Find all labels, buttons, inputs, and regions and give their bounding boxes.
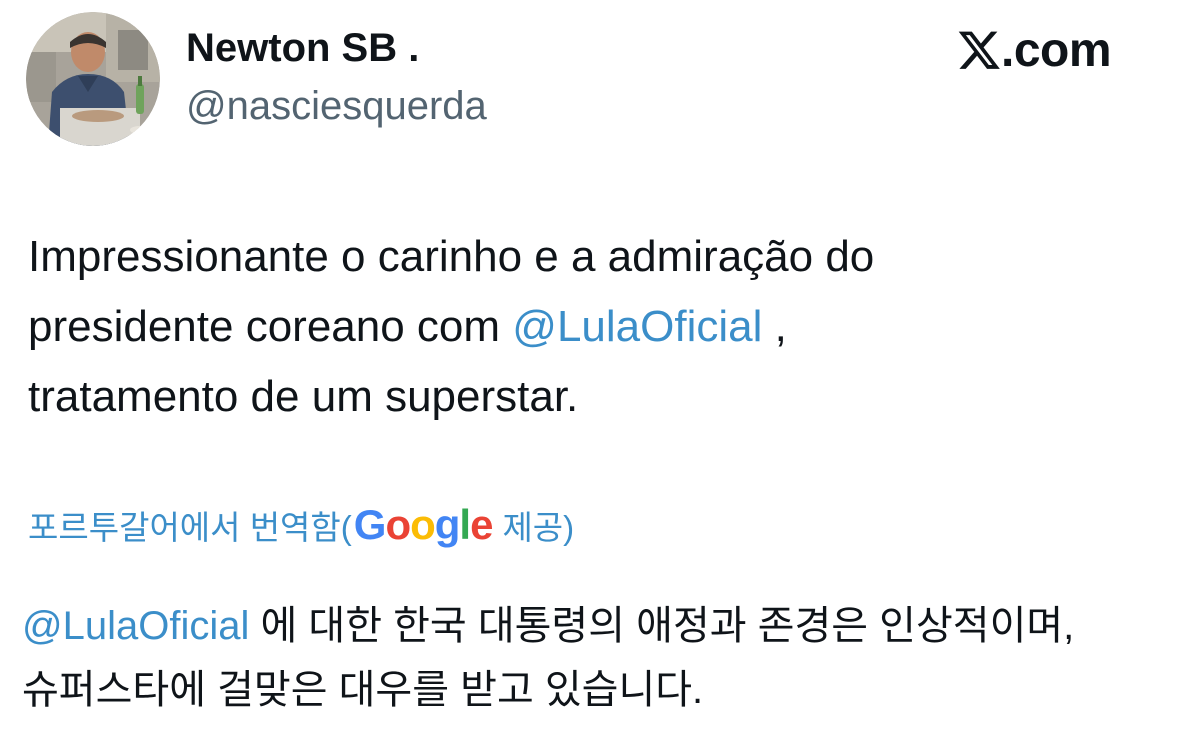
tweet-text-segment: presidente coreano com (28, 302, 513, 351)
mention-link[interactable]: @LulaOficial (22, 604, 249, 648)
translation-suffix: 제공) (502, 509, 575, 546)
google-letter: o (385, 501, 411, 548)
google-letter: g (434, 501, 461, 548)
translation-label: 포르투갈어에서 번역함( (28, 509, 352, 546)
tweet-line: presidente coreano com @LulaOficial , (28, 292, 1148, 362)
tweet-body: Impressionante o carinho e a admiração d… (28, 222, 1148, 432)
translation-attribution[interactable]: 포르투갈어에서 번역함( Google 제공) (28, 500, 574, 550)
translated-line: 슈퍼스타에 걸맞은 대우를 받고 있습니다. (22, 668, 704, 712)
author-avatar[interactable] (26, 12, 160, 146)
tweet-line: Impressionante o carinho e a admiração d… (28, 232, 875, 281)
profile-photo (26, 12, 160, 146)
author-handle[interactable]: @nasciesquerda (186, 84, 487, 129)
google-letter: l (459, 501, 471, 548)
mention-link[interactable]: @LulaOficial (512, 302, 762, 351)
x-brand: .com (958, 22, 1112, 78)
translated-line: @LulaOficial 에 대한 한국 대통령의 애정과 존경은 인상적이며, (22, 594, 1162, 658)
tweet-text-segment: , (762, 302, 787, 351)
translated-text: @LulaOficial 에 대한 한국 대통령의 애정과 존경은 인상적이며,… (22, 594, 1162, 722)
google-letter: o (410, 501, 436, 548)
translated-text-segment: 에 대한 한국 대통령의 애정과 존경은 인상적이며, (249, 604, 1075, 648)
google-logo: Google (353, 501, 494, 549)
google-letter: e (470, 501, 493, 548)
x-logo-icon (958, 29, 1000, 71)
google-letter: G (353, 501, 387, 548)
tweet-line: tratamento de um superstar. (28, 372, 579, 421)
author-display-name[interactable]: Newton SB . (186, 26, 419, 71)
brand-domain: .com (1001, 23, 1112, 77)
